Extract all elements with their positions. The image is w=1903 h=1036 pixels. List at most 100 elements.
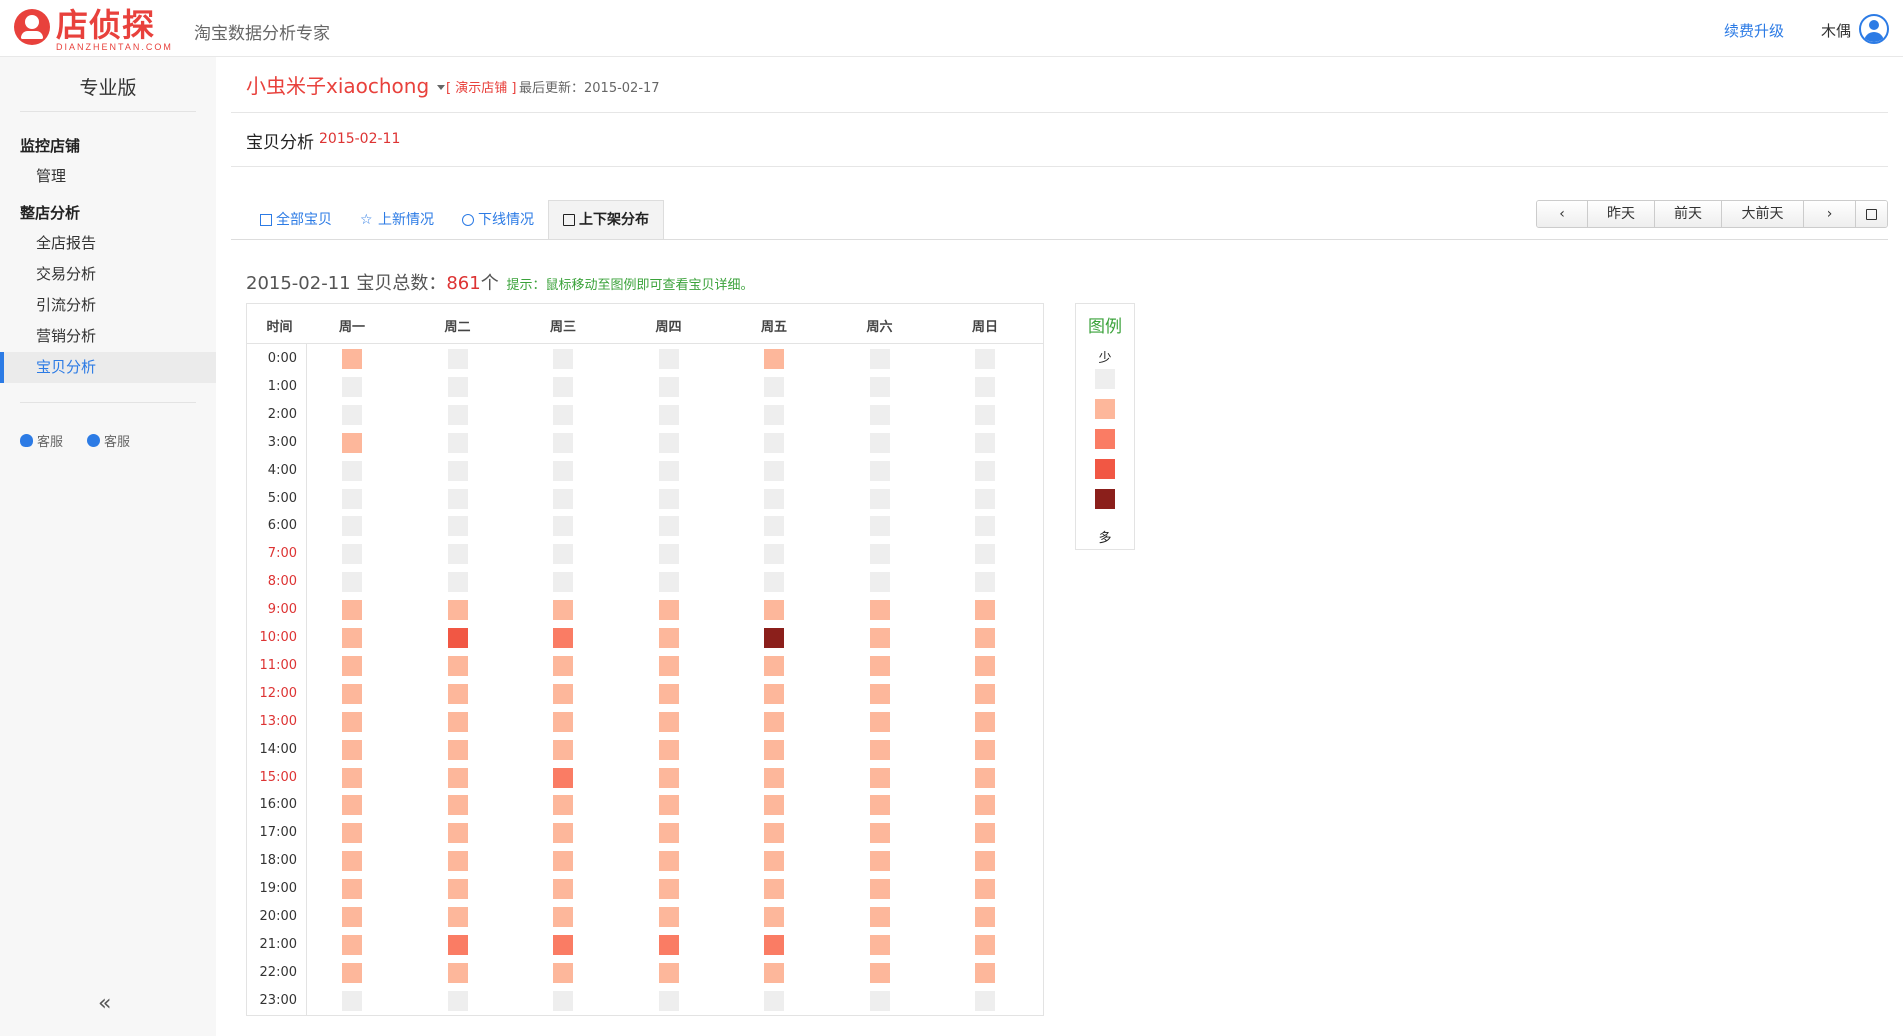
- heat-cell[interactable]: [869, 934, 890, 955]
- heat-cell[interactable]: [869, 460, 890, 481]
- heat-cell[interactable]: [342, 683, 362, 704]
- heat-cell[interactable]: [447, 990, 468, 1011]
- heat-cell[interactable]: [553, 544, 573, 565]
- heat-cell[interactable]: [975, 934, 995, 955]
- heat-cell[interactable]: [342, 404, 362, 425]
- heat-cell[interactable]: [553, 934, 573, 955]
- sidebar-item-trade-analysis[interactable]: 交易分析: [0, 259, 216, 290]
- heat-cell[interactable]: [975, 655, 995, 676]
- heat-cell[interactable]: [869, 488, 890, 509]
- heat-cell[interactable]: [553, 879, 573, 900]
- heat-cell[interactable]: [658, 404, 679, 425]
- heat-cell[interactable]: [447, 851, 468, 872]
- avatar-icon[interactable]: [1859, 14, 1889, 44]
- heat-cell[interactable]: [658, 795, 679, 816]
- heat-cell[interactable]: [342, 879, 362, 900]
- tab-listing-distribution[interactable]: 上下架分布: [548, 200, 664, 240]
- heat-cell[interactable]: [764, 376, 784, 397]
- heat-cell[interactable]: [658, 851, 679, 872]
- prev-day-button[interactable]: ‹: [1537, 201, 1588, 227]
- heat-cell[interactable]: [342, 739, 362, 760]
- heat-cell[interactable]: [447, 516, 468, 537]
- heat-cell[interactable]: [553, 683, 573, 704]
- heat-cell[interactable]: [658, 683, 679, 704]
- heat-cell[interactable]: [658, 823, 679, 844]
- heat-cell[interactable]: [975, 349, 995, 369]
- heat-cell[interactable]: [869, 544, 890, 565]
- heat-cell[interactable]: [764, 823, 784, 844]
- heat-cell[interactable]: [658, 600, 679, 621]
- three-days-ago-button[interactable]: 大前天: [1722, 201, 1804, 227]
- shop-selector[interactable]: 小虫米子xiaochong: [246, 70, 446, 99]
- calendar-button[interactable]: [1856, 201, 1887, 227]
- heat-cell[interactable]: [447, 460, 468, 481]
- heat-cell[interactable]: [658, 934, 679, 955]
- heat-cell[interactable]: [764, 544, 784, 565]
- heat-cell[interactable]: [764, 460, 784, 481]
- legend-swatch[interactable]: [1095, 489, 1115, 509]
- heat-cell[interactable]: [869, 823, 890, 844]
- heat-cell[interactable]: [658, 432, 679, 453]
- heat-cell[interactable]: [342, 767, 362, 788]
- heat-cell[interactable]: [869, 907, 890, 927]
- heat-cell[interactable]: [342, 655, 362, 676]
- heat-cell[interactable]: [764, 795, 784, 816]
- heat-cell[interactable]: [975, 851, 995, 872]
- heat-cell[interactable]: [553, 767, 573, 788]
- heat-cell[interactable]: [764, 739, 784, 760]
- heat-cell[interactable]: [658, 767, 679, 788]
- heat-cell[interactable]: [447, 349, 468, 369]
- heat-cell[interactable]: [553, 404, 573, 425]
- heat-cell[interactable]: [447, 795, 468, 816]
- heat-cell[interactable]: [869, 879, 890, 900]
- heat-cell[interactable]: [447, 544, 468, 565]
- heat-cell[interactable]: [658, 962, 679, 983]
- heat-cell[interactable]: [658, 516, 679, 537]
- heat-cell[interactable]: [975, 907, 995, 927]
- customer-service-wangwang[interactable]: 客服: [87, 431, 130, 450]
- heat-cell[interactable]: [764, 488, 784, 509]
- heat-cell[interactable]: [553, 488, 573, 509]
- heat-cell[interactable]: [658, 572, 679, 593]
- heat-cell[interactable]: [975, 739, 995, 760]
- legend-swatch[interactable]: [1095, 399, 1115, 419]
- heat-cell[interactable]: [764, 572, 784, 593]
- heat-cell[interactable]: [975, 516, 995, 537]
- day-before-button[interactable]: 前天: [1655, 201, 1722, 227]
- heat-cell[interactable]: [342, 990, 362, 1011]
- heat-cell[interactable]: [975, 683, 995, 704]
- sidebar-item-manage[interactable]: 管理: [0, 161, 216, 192]
- heat-cell[interactable]: [869, 655, 890, 676]
- heat-cell[interactable]: [869, 990, 890, 1011]
- heat-cell[interactable]: [869, 795, 890, 816]
- heat-cell[interactable]: [447, 628, 468, 648]
- heat-cell[interactable]: [869, 572, 890, 593]
- heat-cell[interactable]: [764, 683, 784, 704]
- heat-cell[interactable]: [975, 879, 995, 900]
- heat-cell[interactable]: [869, 683, 890, 704]
- heat-cell[interactable]: [975, 544, 995, 565]
- heat-cell[interactable]: [869, 962, 890, 983]
- sidebar-item-product-analysis[interactable]: 宝贝分析: [0, 352, 216, 383]
- heat-cell[interactable]: [342, 851, 362, 872]
- legend-swatch[interactable]: [1095, 369, 1115, 389]
- heat-cell[interactable]: [553, 628, 573, 648]
- heat-cell[interactable]: [764, 432, 784, 453]
- heat-cell[interactable]: [553, 907, 573, 927]
- heat-cell[interactable]: [342, 711, 362, 732]
- heat-cell[interactable]: [869, 739, 890, 760]
- heat-cell[interactable]: [975, 404, 995, 425]
- heat-cell[interactable]: [447, 823, 468, 844]
- heat-cell[interactable]: [553, 349, 573, 369]
- heat-cell[interactable]: [447, 404, 468, 425]
- heat-cell[interactable]: [975, 711, 995, 732]
- heat-cell[interactable]: [764, 879, 784, 900]
- heat-cell[interactable]: [447, 655, 468, 676]
- heat-cell[interactable]: [447, 907, 468, 927]
- heat-cell[interactable]: [447, 683, 468, 704]
- heat-cell[interactable]: [764, 962, 784, 983]
- heat-cell[interactable]: [975, 376, 995, 397]
- heat-cell[interactable]: [342, 934, 362, 955]
- heat-cell[interactable]: [447, 879, 468, 900]
- heat-cell[interactable]: [342, 962, 362, 983]
